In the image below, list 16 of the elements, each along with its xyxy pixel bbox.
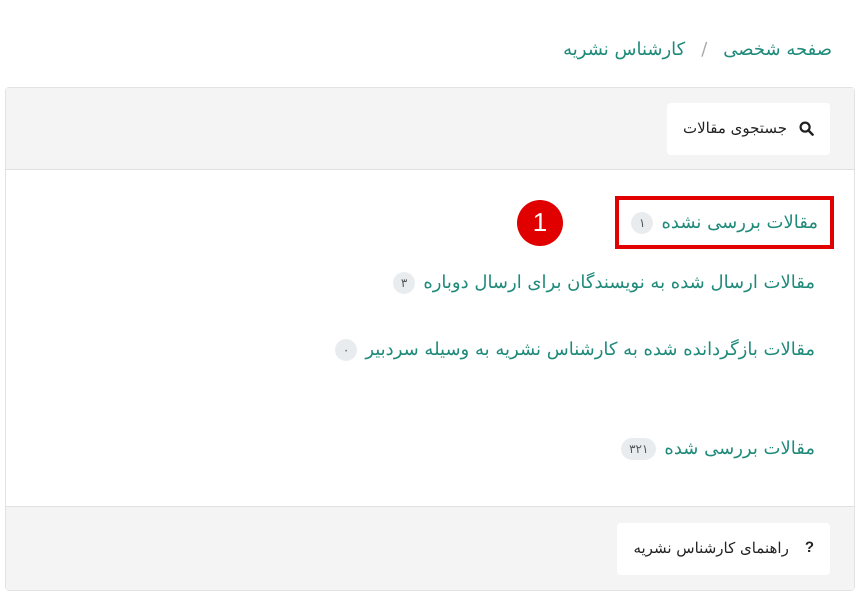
breadcrumb-link[interactable]: صفحه شخصی xyxy=(723,36,832,63)
article-link[interactable]: مقالات ارسال شده به نویسندگان برای ارسال دوباره ۳ xyxy=(392,269,815,296)
callout-marker: 1 xyxy=(516,200,563,246)
breadcrumb-current: کارشناس نشریه xyxy=(563,38,686,62)
search-icon xyxy=(799,121,814,136)
search-button[interactable]: جستجوی مقالات xyxy=(667,102,830,154)
breadcrumb-separator: / xyxy=(701,38,708,62)
article-link[interactable]: مقالات بررسی نشده ۱ xyxy=(630,209,818,236)
help-button[interactable]: ? راهنمای کارشناس نشریه xyxy=(617,522,830,574)
article-link[interactable]: مقالات بازگردانده شده به کارشناس نشریه به وسیله سردبیر ۰ xyxy=(334,336,815,363)
help-icon: ? xyxy=(804,537,814,560)
count-badge: ۳ xyxy=(392,272,416,294)
count-badge: ۰ xyxy=(334,338,358,360)
count-badge: ۳۲۱ xyxy=(621,438,656,460)
count-badge: ۱ xyxy=(630,212,654,234)
article-link[interactable]: مقالات بررسی شده ۳۲۱ xyxy=(621,435,815,462)
